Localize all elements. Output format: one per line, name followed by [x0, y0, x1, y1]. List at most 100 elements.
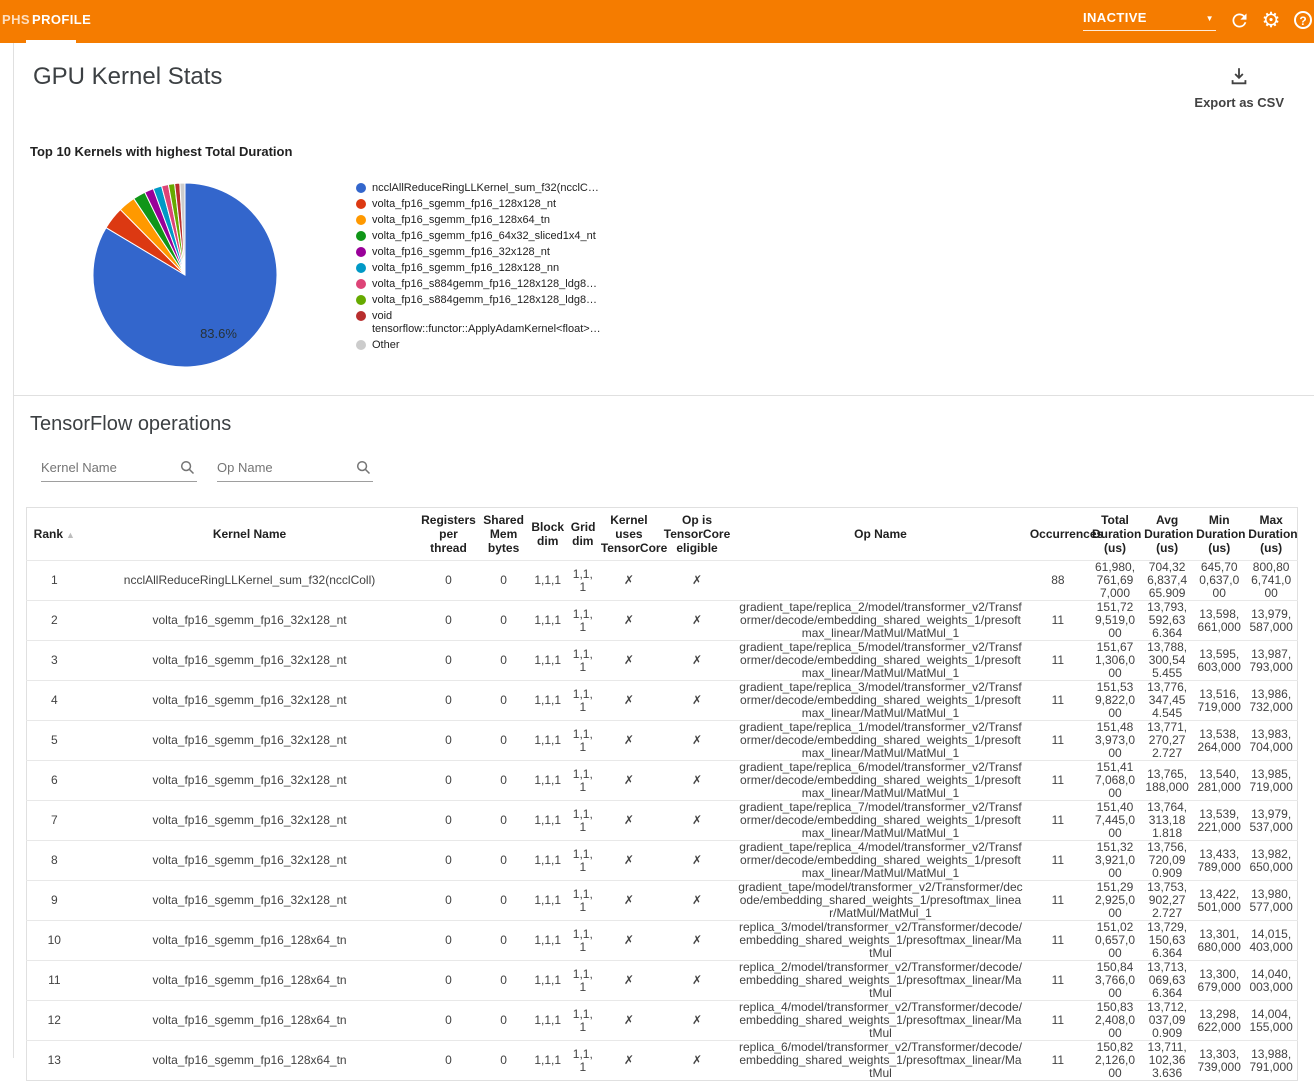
- cell-kernel-uses-tensorcore: ✗: [598, 641, 660, 681]
- table-row: 5 volta_fp16_sgemm_fp16_32x128_nt 0 0 1,…: [27, 721, 1298, 761]
- cell-min-duration: 13,433,789,000: [1193, 841, 1245, 881]
- legend-label: volta_fp16_sgemm_fp16_128x128_nn: [372, 262, 559, 275]
- cell-shared-mem-bytes: 0: [480, 761, 528, 801]
- cell-total-duration: 150,843,766,000: [1089, 961, 1141, 1001]
- cell-kernel-uses-tensorcore: ✗: [598, 681, 660, 721]
- cell-kernel-name: volta_fp16_sgemm_fp16_32x128_nt: [82, 681, 418, 721]
- run-status-dropdown[interactable]: INACTIVE ▼: [1083, 7, 1216, 31]
- export-csv-label: Export as CSV: [1194, 95, 1284, 110]
- op-name-search-input[interactable]: [217, 457, 373, 482]
- tensorflow-operations-section: TensorFlow operations: [14, 396, 1314, 1081]
- column-header-max-duration-us-[interactable]: Max Duration (us): [1245, 508, 1297, 561]
- cell-occurrences: 11: [1027, 841, 1089, 881]
- cell-min-duration: 13,300,679,000: [1193, 961, 1245, 1001]
- table-row: 4 volta_fp16_sgemm_fp16_32x128_nt 0 0 1,…: [27, 681, 1298, 721]
- cell-avg-duration: 13,729,150,636.364: [1141, 921, 1193, 961]
- cell-op-tensorcore-eligible: ✗: [660, 761, 734, 801]
- column-header-rank[interactable]: Rank▲: [27, 508, 82, 561]
- cell-grid-dim: 1,1,1: [568, 1041, 598, 1081]
- cell-avg-duration: 13,776,347,454.545: [1141, 681, 1193, 721]
- cell-avg-duration: 13,765,188,000: [1141, 761, 1193, 801]
- cell-block-dim: 1,1,1: [528, 561, 568, 601]
- column-header-block-dim[interactable]: Block dim: [528, 508, 568, 561]
- cell-kernel-uses-tensorcore: ✗: [598, 921, 660, 961]
- table-row: 13 volta_fp16_sgemm_fp16_128x64_tn 0 0 1…: [27, 1041, 1298, 1081]
- cell-rank: 12: [27, 1001, 82, 1041]
- gear-icon[interactable]: ⚙: [1258, 7, 1284, 33]
- cell-op-tensorcore-eligible: ✗: [660, 881, 734, 921]
- legend-label: volta_fp16_s884gemm_fp16_128x128_ldg8…: [372, 278, 597, 291]
- column-header-op-name[interactable]: Op Name: [734, 508, 1027, 561]
- cell-grid-dim: 1,1,1: [568, 801, 598, 841]
- cell-block-dim: 1,1,1: [528, 761, 568, 801]
- column-header-total-duration-us-[interactable]: Total Duration (us): [1089, 508, 1141, 561]
- cell-avg-duration: 13,753,902,272.727: [1141, 881, 1193, 921]
- legend-color-dot: [356, 279, 366, 289]
- column-header-grid-dim[interactable]: Grid dim: [568, 508, 598, 561]
- table-row: 7 volta_fp16_sgemm_fp16_32x128_nt 0 0 1,…: [27, 801, 1298, 841]
- cell-block-dim: 1,1,1: [528, 1001, 568, 1041]
- cell-kernel-name: volta_fp16_sgemm_fp16_32x128_nt: [82, 841, 418, 881]
- cell-min-duration: 13,539,221,000: [1193, 801, 1245, 841]
- cell-block-dim: 1,1,1: [528, 841, 568, 881]
- column-header-shared-mem-bytes[interactable]: Shared Mem bytes: [480, 508, 528, 561]
- cell-op-tensorcore-eligible: ✗: [660, 561, 734, 601]
- cell-max-duration: 13,979,587,000: [1245, 601, 1297, 641]
- pie-chart-legend: ncclAllReduceRingLLKernel_sum_f32(ncclC……: [356, 182, 601, 355]
- cell-op-name: replica_6/model/transformer_v2/Transform…: [734, 1041, 1027, 1081]
- legend-color-dot: [356, 247, 366, 257]
- column-header-avg-duration-us-[interactable]: Avg Duration (us): [1141, 508, 1193, 561]
- cell-max-duration: 14,004,155,000: [1245, 1001, 1297, 1041]
- cell-min-duration: 13,540,281,000: [1193, 761, 1245, 801]
- table-row: 9 volta_fp16_sgemm_fp16_32x128_nt 0 0 1,…: [27, 881, 1298, 921]
- tab-graphs[interactable]: PHS: [2, 0, 30, 43]
- cell-occurrences: 11: [1027, 721, 1089, 761]
- cell-registers-per-thread: 0: [417, 641, 479, 681]
- cell-avg-duration: 704,326,837,465.909: [1141, 561, 1193, 601]
- cell-total-duration: 151,020,657,000: [1089, 921, 1141, 961]
- cell-grid-dim: 1,1,1: [568, 961, 598, 1001]
- kernel-name-search-input[interactable]: [41, 457, 197, 482]
- cell-rank: 10: [27, 921, 82, 961]
- table-row: 3 volta_fp16_sgemm_fp16_32x128_nt 0 0 1,…: [27, 641, 1298, 681]
- cell-min-duration: 13,595,603,000: [1193, 641, 1245, 681]
- cell-kernel-name: volta_fp16_sgemm_fp16_128x64_tn: [82, 1001, 418, 1041]
- cell-occurrences: 11: [1027, 921, 1089, 961]
- legend-item: volta_fp16_sgemm_fp16_128x128_nt: [356, 198, 601, 211]
- content-frame: GPU Kernel Stats Export as CSV Top 10 Ke…: [13, 43, 1314, 1058]
- cell-min-duration: 13,303,739,000: [1193, 1041, 1245, 1081]
- cell-max-duration: 14,040,003,000: [1245, 961, 1297, 1001]
- top-kernels-pie-chart[interactable]: 83.6%: [90, 180, 280, 370]
- cell-avg-duration: 13,793,592,636.364: [1141, 601, 1193, 641]
- cell-block-dim: 1,1,1: [528, 921, 568, 961]
- cell-registers-per-thread: 0: [417, 681, 479, 721]
- cell-registers-per-thread: 0: [417, 801, 479, 841]
- search-row: [41, 457, 1314, 482]
- cell-op-name: gradient_tape/replica_3/model/transforme…: [734, 681, 1027, 721]
- cell-max-duration: 800,806,741,000: [1245, 561, 1297, 601]
- cell-grid-dim: 1,1,1: [568, 681, 598, 721]
- cell-occurrences: 11: [1027, 1041, 1089, 1081]
- cell-shared-mem-bytes: 0: [480, 561, 528, 601]
- column-header-min-duration-us-[interactable]: Min Duration (us): [1193, 508, 1245, 561]
- column-header-occurrences[interactable]: Occurrences: [1027, 508, 1089, 561]
- cell-occurrences: 11: [1027, 1001, 1089, 1041]
- cell-registers-per-thread: 0: [417, 961, 479, 1001]
- cell-kernel-uses-tensorcore: ✗: [598, 721, 660, 761]
- tab-profile[interactable]: PROFILE: [32, 0, 91, 43]
- refresh-icon[interactable]: [1226, 7, 1252, 33]
- column-header-kernel-name[interactable]: Kernel Name: [82, 508, 418, 561]
- column-header-registers-per-thread[interactable]: Registers per thread: [417, 508, 479, 561]
- cell-occurrences: 11: [1027, 601, 1089, 641]
- cell-shared-mem-bytes: 0: [480, 641, 528, 681]
- cell-op-tensorcore-eligible: ✗: [660, 681, 734, 721]
- column-header-kernel-uses-tensorcore[interactable]: Kernel uses TensorCore: [598, 508, 660, 561]
- legend-color-dot: [356, 311, 366, 321]
- cell-kernel-name: volta_fp16_sgemm_fp16_32x128_nt: [82, 601, 418, 641]
- legend-item: Other: [356, 339, 601, 352]
- help-icon[interactable]: ?: [1290, 7, 1314, 33]
- cell-grid-dim: 1,1,1: [568, 761, 598, 801]
- column-header-op-is-tensorcore-eligible[interactable]: Op is TensorCore eligible: [660, 508, 734, 561]
- cell-shared-mem-bytes: 0: [480, 881, 528, 921]
- export-csv-button[interactable]: Export as CSV: [1194, 65, 1284, 110]
